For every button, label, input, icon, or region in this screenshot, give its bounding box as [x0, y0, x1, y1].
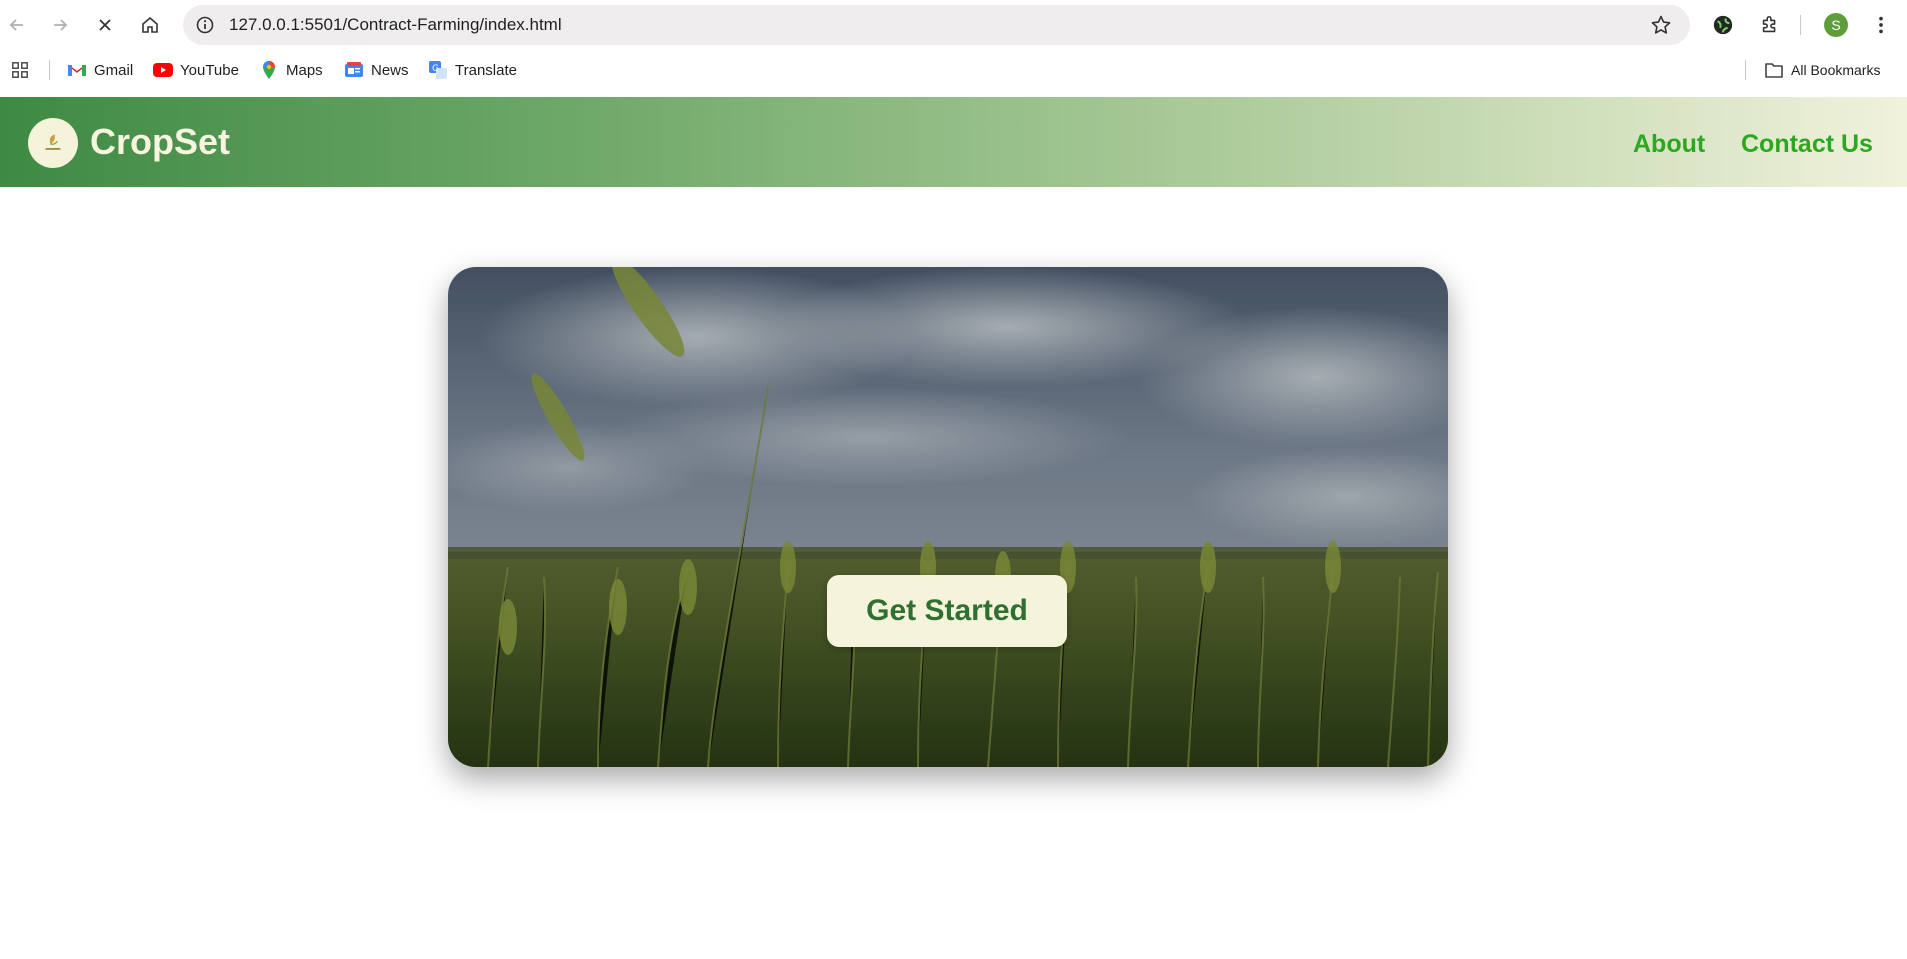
gmail-icon: [67, 60, 87, 80]
bookmark-label: Gmail: [94, 61, 134, 79]
bookmarks-bar: Gmail YouTube Maps News G Translate All …: [0, 50, 1907, 90]
back-icon: [9, 19, 23, 31]
url-text: 127.0.0.1:5501/Contract-Farming/index.ht…: [229, 15, 562, 34]
toolbar-divider: [1800, 15, 1801, 35]
menu-dots-icon[interactable]: [1869, 13, 1893, 37]
bookmark-translate[interactable]: G Translate: [428, 60, 517, 80]
stop-button[interactable]: [88, 8, 122, 42]
profile-avatar[interactable]: S: [1824, 13, 1848, 37]
youtube-icon: [153, 60, 173, 80]
nav-about[interactable]: About: [1633, 130, 1705, 159]
all-bookmarks-label: All Bookmarks: [1791, 62, 1881, 78]
home-icon: [142, 16, 158, 33]
bookmark-youtube[interactable]: YouTube: [153, 60, 239, 80]
bookmark-label: YouTube: [180, 61, 239, 79]
wheat-field-image: [448, 267, 1448, 767]
bookmark-label: Translate: [455, 61, 517, 79]
logo[interactable]: [28, 118, 78, 168]
site-info-icon[interactable]: [195, 15, 215, 35]
site-header: CropSet About Contact Us: [0, 97, 1907, 187]
maps-icon: [259, 60, 279, 80]
logo-crop-icon: [45, 134, 61, 150]
bookmark-maps[interactable]: Maps: [259, 60, 323, 80]
stop-icon: [99, 19, 111, 31]
star-icon[interactable]: [1650, 14, 1672, 36]
brand-name[interactable]: CropSet: [90, 121, 230, 163]
address-bar[interactable]: 127.0.0.1:5501/Contract-Farming/index.ht…: [183, 5, 1690, 45]
bookmark-label: News: [371, 61, 409, 79]
back-button[interactable]: [0, 8, 34, 42]
apps-grid-icon: [10, 60, 30, 80]
nav-contact-us[interactable]: Contact Us: [1741, 130, 1873, 159]
bookmark-gmail[interactable]: Gmail: [67, 60, 133, 80]
translate-icon: G: [428, 60, 448, 80]
forward-button[interactable]: [43, 8, 77, 42]
bookmarks-divider-right: [1745, 60, 1746, 80]
news-icon: [344, 60, 364, 80]
apps-grid-button[interactable]: [10, 60, 37, 80]
folder-icon: [1764, 60, 1784, 80]
home-button[interactable]: [133, 8, 167, 42]
puzzle-icon[interactable]: [1758, 13, 1782, 37]
extension-globe-icon[interactable]: [1711, 13, 1735, 37]
bookmarks-divider: [49, 60, 50, 80]
browser-toolbar: 127.0.0.1:5501/Contract-Farming/index.ht…: [0, 0, 1907, 50]
bookmark-news[interactable]: News: [344, 60, 409, 80]
hero-card: Get Started: [448, 267, 1448, 767]
forward-icon: [54, 19, 68, 31]
bookmark-label: Maps: [286, 61, 323, 79]
get-started-button[interactable]: Get Started: [827, 575, 1067, 647]
svg-text:G: G: [432, 64, 439, 74]
all-bookmarks-button[interactable]: All Bookmarks: [1764, 60, 1880, 80]
